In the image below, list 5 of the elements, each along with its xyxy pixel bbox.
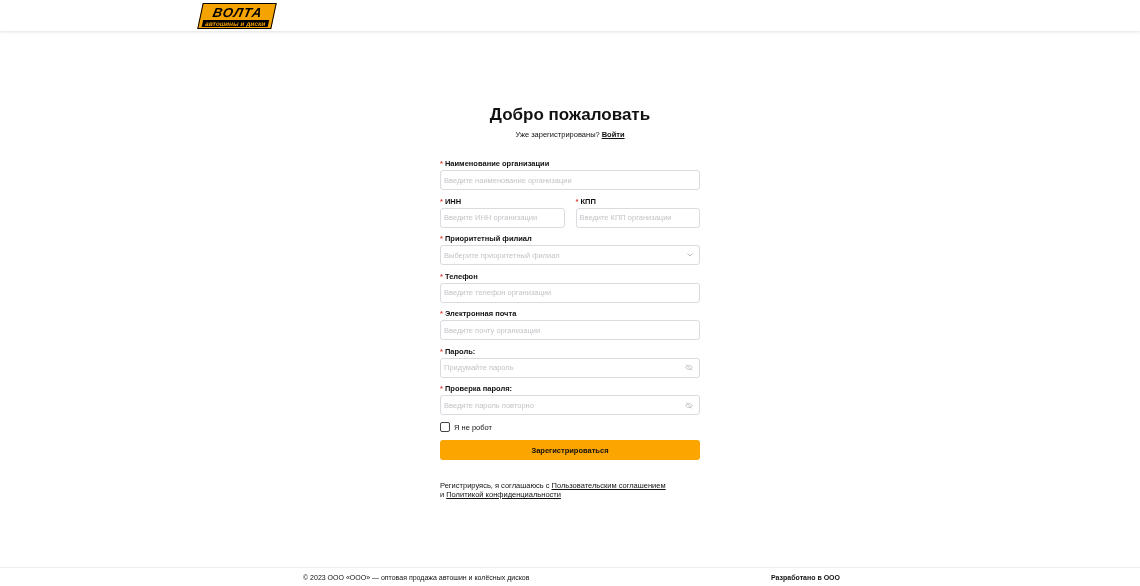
page-title: Добро пожаловать xyxy=(489,105,651,125)
eye-hidden-icon[interactable] xyxy=(685,401,693,409)
eye-hidden-icon[interactable] xyxy=(685,364,693,371)
chevron-down-icon xyxy=(687,253,693,257)
checkbox[interactable] xyxy=(440,422,450,432)
